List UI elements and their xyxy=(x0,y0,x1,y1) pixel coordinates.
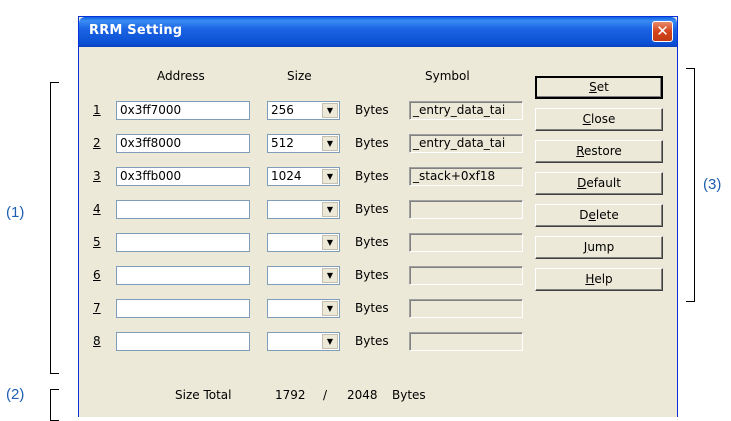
button-label-post: lose xyxy=(591,112,616,126)
bytes-unit-label: Bytes xyxy=(355,169,389,183)
bytes-unit-label: Bytes xyxy=(355,334,389,348)
annotation-label-2: (2) xyxy=(6,386,25,403)
restore-button[interactable]: Restore xyxy=(535,140,663,163)
address-input[interactable]: 0x3ff7000 xyxy=(116,101,250,120)
annotation-bracket-2 xyxy=(50,389,59,421)
size-dropdown[interactable]: ▼ xyxy=(267,233,340,252)
symbol-field xyxy=(409,266,523,285)
address-input[interactable] xyxy=(116,299,250,318)
dropdown-arrow-icon[interactable]: ▼ xyxy=(322,334,338,349)
address-column-header: Address xyxy=(157,69,205,83)
size-total-used: 1792 xyxy=(275,388,306,402)
address-input[interactable] xyxy=(116,332,250,351)
button-accelerator: R xyxy=(576,144,585,158)
jump-button[interactable]: Jump xyxy=(535,236,663,259)
row-number: 6 xyxy=(93,268,101,282)
set-button[interactable]: Set xyxy=(535,76,663,99)
dropdown-arrow-icon[interactable]: ▼ xyxy=(322,169,338,184)
bytes-unit-label: Bytes xyxy=(355,136,389,150)
default-button[interactable]: Default xyxy=(535,172,663,195)
symbol-field xyxy=(409,233,523,252)
button-accelerator: H xyxy=(585,272,595,286)
address-input[interactable] xyxy=(116,233,250,252)
bytes-unit-label: Bytes xyxy=(355,235,389,249)
row-number: 4 xyxy=(93,202,101,216)
size-total-max: 2048 xyxy=(347,388,378,402)
size-dropdown[interactable]: ▼ xyxy=(267,200,340,219)
size-dropdown[interactable]: ▼ xyxy=(267,332,340,351)
row-number: 1 xyxy=(93,103,101,117)
address-input[interactable]: 0x3ffb000 xyxy=(116,167,250,186)
size-total-unit: Bytes xyxy=(392,388,426,402)
size-dropdown[interactable]: 512 ▼ xyxy=(267,134,340,153)
size-value: 1024 xyxy=(271,169,302,183)
close-button[interactable]: Close xyxy=(535,108,663,131)
dropdown-arrow-icon[interactable]: ▼ xyxy=(322,202,338,217)
bytes-unit-label: Bytes xyxy=(355,103,389,117)
button-label-post: efault xyxy=(586,176,621,190)
symbol-column-header: Symbol xyxy=(425,69,470,83)
size-dropdown[interactable]: ▼ xyxy=(267,266,340,285)
button-label-post: et xyxy=(596,80,609,94)
symbol-field xyxy=(409,299,523,318)
title-bar[interactable]: RRM Setting ✕ xyxy=(79,17,677,47)
button-accelerator: S xyxy=(589,80,597,94)
button-accelerator: D xyxy=(577,176,587,190)
bytes-unit-label: Bytes xyxy=(355,202,389,216)
address-input[interactable]: 0x3ff8000 xyxy=(116,134,250,153)
size-dropdown[interactable]: ▼ xyxy=(267,299,340,318)
help-button[interactable]: Help xyxy=(535,268,663,291)
size-total-label: Size Total xyxy=(175,388,232,402)
row-number: 7 xyxy=(93,301,101,315)
address-input[interactable] xyxy=(116,200,250,219)
dropdown-arrow-icon[interactable]: ▼ xyxy=(322,301,338,316)
button-label-post: ump xyxy=(587,240,615,254)
address-input[interactable] xyxy=(116,266,250,285)
annotation-bracket-3 xyxy=(686,68,695,302)
row-number: 8 xyxy=(93,334,101,348)
button-accelerator: C xyxy=(582,112,592,126)
button-label-post: lete xyxy=(595,208,619,222)
annotation-bracket-1 xyxy=(50,82,59,374)
dropdown-arrow-icon[interactable]: ▼ xyxy=(322,136,338,151)
bytes-unit-label: Bytes xyxy=(355,301,389,315)
symbol-field: _entry_data_tai xyxy=(409,134,523,153)
size-dropdown[interactable]: 256 ▼ xyxy=(267,101,340,120)
size-total-separator: / xyxy=(323,388,328,402)
size-column-header: Size xyxy=(287,69,312,83)
rrm-setting-dialog: RRM Setting ✕ Address Size Symbol 1 0x3ff… xyxy=(78,16,678,417)
window-title: RRM Setting xyxy=(89,23,183,38)
symbol-field xyxy=(409,200,523,219)
bytes-unit-label: Bytes xyxy=(355,268,389,282)
size-dropdown[interactable]: 1024 ▼ xyxy=(267,167,340,186)
button-label-pre: D xyxy=(579,208,589,222)
symbol-field: _stack+0xf18 xyxy=(409,167,523,186)
close-icon: ✕ xyxy=(656,22,669,40)
row-number: 3 xyxy=(93,169,101,183)
annotation-label-1: (1) xyxy=(6,204,25,221)
close-window-button[interactable]: ✕ xyxy=(652,21,673,42)
button-label-post: estore xyxy=(584,144,622,158)
dropdown-arrow-icon[interactable]: ▼ xyxy=(322,103,338,118)
dropdown-arrow-icon[interactable]: ▼ xyxy=(322,235,338,250)
row-number: 5 xyxy=(93,235,101,249)
button-accelerator: e xyxy=(588,208,596,222)
symbol-field: _entry_data_tai xyxy=(409,101,523,120)
symbol-field xyxy=(409,332,523,351)
size-value: 512 xyxy=(271,136,294,150)
size-value: 256 xyxy=(271,103,294,117)
annotation-label-3: (3) xyxy=(703,176,722,193)
delete-button[interactable]: Delete xyxy=(535,204,663,227)
row-number: 2 xyxy=(93,136,101,150)
dropdown-arrow-icon[interactable]: ▼ xyxy=(322,268,338,283)
button-label-post: elp xyxy=(594,272,613,286)
